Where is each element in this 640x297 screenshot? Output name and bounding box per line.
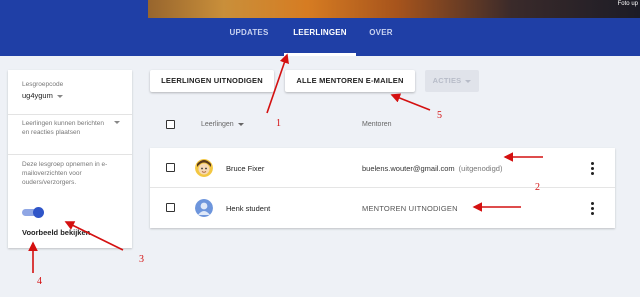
class-code-value[interactable]: ug4ygum [22,91,118,100]
tab-leerlingen[interactable]: LEERLINGEN [284,18,356,56]
annotation-number: 5 [437,110,442,121]
row-checkbox[interactable] [166,203,175,212]
select-all-checkbox[interactable] [166,120,175,129]
avatar [195,199,213,217]
invite-students-button[interactable]: LEERLINGEN UITNODIGEN [150,70,274,92]
guardian-summary-section: Deze lesgroep opnemen in e-mailoverzicht… [8,160,132,200]
actions-dropdown[interactable]: ACTIES [425,70,479,92]
chevron-down-icon [56,94,63,98]
class-code-label: Lesgroepcode [22,81,64,88]
mentor-email: buelens.wouter@gmail.com (uitgenodigd) [362,164,503,173]
class-settings-panel: Lesgroepcode ug4ygum Leerlingen kunnen b… [8,70,132,248]
class-code-section: Lesgroepcode ug4ygum [8,80,132,115]
preview-link[interactable]: Voorbeeld bekijken [22,228,90,237]
table-row: Henk student MENTOREN UITNODIGEN [150,188,615,228]
students-column-header[interactable]: Leerlingen [201,121,244,128]
student-name: Bruce Fixer [226,164,265,173]
guardian-summary-toggle[interactable] [22,207,44,218]
row-checkbox[interactable] [166,163,175,172]
mentors-column-header: Mentoren [362,121,392,128]
more-options-icon[interactable] [590,161,596,175]
mentor-status: (uitgenodigd) [458,164,503,173]
student-list: Bruce Fixer buelens.wouter@gmail.com (uit… [150,148,615,228]
email-all-mentors-button[interactable]: ALLE MENTOREN E-MAILEN [285,70,415,92]
more-options-icon[interactable] [590,201,596,215]
top-nav-bar: UPDATES LEERLINGEN OVER [0,18,640,56]
photo-credit-link[interactable]: Foto up [618,1,638,7]
annotation-number: 1 [276,118,281,129]
table-row: Bruce Fixer buelens.wouter@gmail.com (uit… [150,148,615,188]
avatar [195,159,213,177]
chevron-down-icon [114,121,120,124]
tab-updates[interactable]: UPDATES [224,18,274,56]
sort-arrow-icon [237,122,244,126]
post-permission-select: Leerlingen kunnen berichten en reacties … [22,120,105,136]
annotation-number: 3 [139,254,144,265]
student-name: Henk student [226,204,271,213]
header-banner-image: Foto up [0,0,640,18]
banner-cover [0,0,148,18]
invite-mentors-link[interactable]: MENTOREN UITNODIGEN [362,204,458,213]
post-permission-section[interactable]: Leerlingen kunnen berichten en reacties … [8,115,132,155]
annotation-arrow [390,93,431,111]
annotation-number: 4 [37,276,42,287]
chevron-down-icon [465,79,472,83]
tab-over[interactable]: OVER [364,18,398,56]
guardian-summary-label: Deze lesgroep opnemen in e-mailoverzicht… [22,161,108,186]
